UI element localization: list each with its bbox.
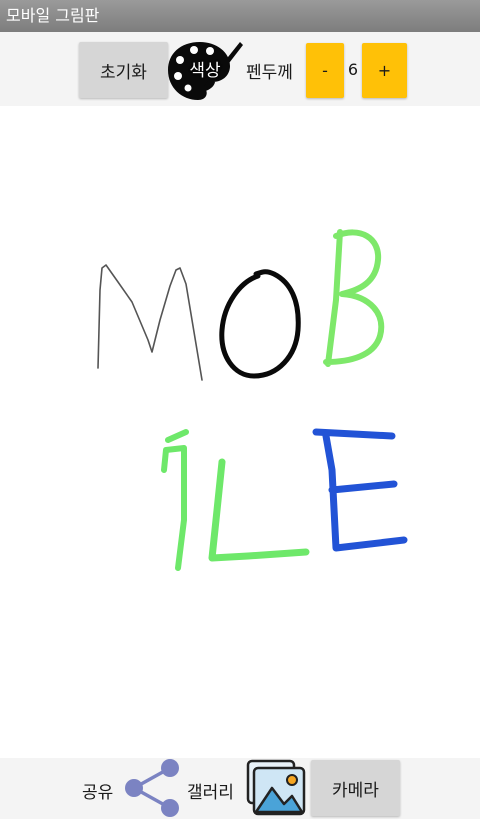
decrease-pen-width-button[interactable]: - [306, 43, 344, 98]
stroke-letter-e [312, 428, 408, 552]
bottom-toolbar [0, 758, 480, 819]
gallery-button[interactable] [244, 758, 308, 818]
stroke-letter-m [97, 264, 203, 381]
increase-button-label: + [377, 61, 392, 80]
reset-button-label: 초기화 [100, 62, 147, 83]
stroke-letter-i [161, 429, 189, 571]
camera-button[interactable]: 카메라 [311, 760, 400, 816]
pen-width-value: 6 [347, 60, 359, 79]
increase-pen-width-button[interactable]: + [362, 43, 407, 98]
drawing-canvas[interactable] [0, 106, 480, 758]
app-title-bar: 모바일 그림판 [0, 0, 480, 32]
stroke-letter-b [323, 229, 385, 367]
reset-button[interactable]: 초기화 [79, 42, 168, 98]
gallery-icon [246, 759, 306, 816]
app-title: 모바일 그림판 [6, 6, 100, 25]
share-button[interactable] [124, 758, 182, 818]
pen-width-label: 펜두께 [246, 63, 293, 83]
camera-button-label: 카메라 [332, 780, 379, 801]
stroke-letter-l [208, 458, 310, 562]
share-label: 공유 [82, 783, 114, 803]
stroke-letter-o [219, 269, 301, 379]
decrease-button-label: - [322, 61, 328, 80]
gallery-label: 갤러리 [187, 783, 234, 803]
canvas-drawing [97, 229, 408, 571]
color-button[interactable]: 색상 [166, 40, 244, 102]
share-icon [125, 759, 179, 817]
color-button-label: 색상 [189, 61, 221, 81]
